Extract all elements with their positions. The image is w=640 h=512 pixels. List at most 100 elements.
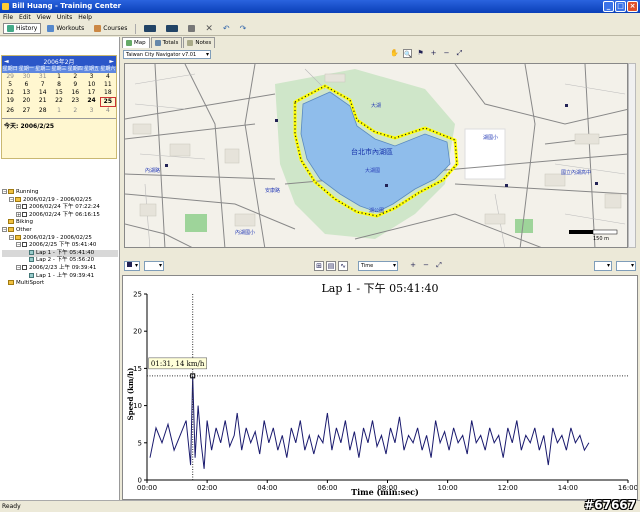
chart-zoom-out-icon[interactable]: − <box>421 261 431 271</box>
tree-expander[interactable]: + <box>16 204 21 210</box>
calendar-day[interactable]: 23 <box>67 97 83 107</box>
calendar-day[interactable]: 8 <box>51 81 67 89</box>
device-receive-button[interactable] <box>140 23 160 34</box>
calendar-day[interactable]: 27 <box>18 107 34 115</box>
menu-help[interactable]: Help <box>78 13 92 22</box>
tree-item[interactable]: − Other <box>2 226 118 235</box>
calendar-day[interactable]: 26 <box>2 107 18 115</box>
calendar-day[interactable]: 1 <box>51 107 67 115</box>
courses-button[interactable]: Courses <box>90 23 131 34</box>
calendar-day[interactable]: 10 <box>83 81 99 89</box>
calendar-day[interactable]: 20 <box>18 97 34 107</box>
zoom-out-icon[interactable]: − <box>442 49 451 58</box>
tree-item[interactable]: − 2006/2/23 上午 09:39:41 <box>2 264 118 273</box>
calendar-day[interactable]: 17 <box>83 89 99 97</box>
calendar-day[interactable]: 2 <box>67 107 83 115</box>
chart-split-icon[interactable]: ▤ <box>326 261 336 271</box>
device-send-button[interactable] <box>162 23 182 34</box>
device-icon <box>144 25 157 32</box>
calendar-day[interactable]: 19 <box>2 97 18 107</box>
chart-zoom-fit-icon[interactable]: ⤢ <box>434 261 444 271</box>
menu-edit[interactable]: Edit <box>19 13 31 22</box>
tree-expander[interactable]: − <box>9 234 14 240</box>
menu-view[interactable]: View <box>37 13 51 22</box>
flag-icon[interactable]: ⚑ <box>416 49 425 58</box>
tree-item[interactable]: +2006/02/24 下午 07:22:24 <box>2 204 118 212</box>
tree-expander[interactable]: − <box>16 242 21 248</box>
calendar-day[interactable]: 18 <box>100 89 116 97</box>
calendar-prev-button[interactable]: ◄ <box>4 58 9 65</box>
map-view[interactable]: 台北市內湖區 大湖國 湖公園 內湖國小 國立內湖高中 大湖 湖國小 內湖路 安康… <box>124 63 628 248</box>
calendar-day[interactable]: 25 <box>99 97 116 107</box>
calendar-day[interactable]: 13 <box>18 89 34 97</box>
calendar-day[interactable]: 6 <box>18 81 34 89</box>
undo-button[interactable]: ↶ <box>219 23 234 34</box>
calendar-day[interactable]: 12 <box>2 89 18 97</box>
tree-item[interactable]: +2006/02/24 下午 06:16:15 <box>2 211 118 220</box>
calendar-day[interactable]: 14 <box>35 89 51 97</box>
calendar-day[interactable]: 1 <box>51 73 67 81</box>
open-button[interactable] <box>184 23 199 34</box>
calendar-day[interactable]: 11 <box>100 81 116 89</box>
calendar-day[interactable]: 31 <box>35 73 51 81</box>
calendar-day[interactable]: 3 <box>83 107 99 115</box>
calendar-day[interactable]: 30 <box>18 73 34 81</box>
map-scrollbar[interactable] <box>628 63 636 248</box>
calendar-day[interactable]: 9 <box>67 81 83 89</box>
calendar-day[interactable]: 28 <box>35 107 51 115</box>
tab-map[interactable]: Map <box>122 37 150 48</box>
map-label: 湖國小 <box>483 134 498 141</box>
calendar-day[interactable]: 2 <box>67 73 83 81</box>
chart-zoom-in-icon[interactable]: + <box>408 261 418 271</box>
tree-item-label: 2006/2/25 下午 05:41:40 <box>29 242 97 249</box>
chart-right-select[interactable] <box>616 261 636 271</box>
calendar-next-button[interactable]: ► <box>109 58 114 65</box>
speed-chart[interactable]: Lap 1 - 下午 05:41:40 Speed (km/h) Time (m… <box>122 275 638 500</box>
calendar-day[interactable]: 4 <box>100 73 116 81</box>
chart-grid-icon[interactable]: ⊞ <box>314 261 324 271</box>
tree-item[interactable]: − Running <box>2 189 118 197</box>
menu-units[interactable]: Units <box>57 13 72 22</box>
zoom-fit-icon[interactable]: ⤢ <box>455 49 464 58</box>
calendar-day[interactable]: 16 <box>67 89 83 97</box>
calendar-day[interactable]: 15 <box>51 89 67 97</box>
zoom-box-icon[interactable]: 🔍 <box>403 49 412 58</box>
tree-expander[interactable]: + <box>16 211 21 217</box>
zoom-in-icon[interactable]: + <box>429 49 438 58</box>
calendar-day[interactable]: 5 <box>2 81 18 89</box>
delete-button[interactable]: ✕ <box>201 23 217 34</box>
calendar-day[interactable]: 24 <box>83 97 99 107</box>
tree-expander[interactable]: − <box>2 189 7 194</box>
calendar-today-label[interactable]: 今天: 2006/2/25 <box>2 119 116 132</box>
chart-right-color-select[interactable] <box>594 261 612 271</box>
calendar-day[interactable]: 7 <box>35 81 51 89</box>
minimize-button[interactable]: _ <box>603 1 614 12</box>
redo-button[interactable]: ↷ <box>236 23 251 34</box>
tree-item[interactable]: MultiSport <box>2 280 118 288</box>
close-button[interactable]: × <box>627 1 638 12</box>
tree-item[interactable]: Biking <box>2 219 118 227</box>
chart-x-axis-select[interactable]: Time <box>358 261 398 271</box>
calendar-day[interactable]: 21 <box>35 97 51 107</box>
tree-item[interactable]: Lap 2 - 下午 05:56:20 <box>2 257 118 265</box>
chart-line-icon[interactable]: ∿ <box>338 261 348 271</box>
calendar-day[interactable]: 4 <box>100 107 116 115</box>
menu-file[interactable]: File <box>3 13 13 22</box>
chart-y-select[interactable] <box>144 261 164 271</box>
map-layer-select[interactable]: Taiwan City Navigator v7.01 <box>123 50 211 59</box>
calendar-day[interactable]: 3 <box>83 73 99 81</box>
tab-notes[interactable]: Notes <box>183 37 216 48</box>
calendar-day[interactable]: 22 <box>51 97 67 107</box>
history-button[interactable]: History <box>3 23 42 34</box>
tree-item[interactable]: Lap 1 - 上午 09:39:41 <box>2 272 118 281</box>
tab-totals[interactable]: Totals <box>150 37 183 48</box>
pan-hand-icon[interactable]: ✋ <box>390 49 399 58</box>
workouts-button[interactable]: Workouts <box>43 23 88 34</box>
tree-expander[interactable]: − <box>9 196 14 202</box>
tree-expander[interactable]: − <box>2 226 7 232</box>
chart-series-color-select[interactable] <box>124 261 140 271</box>
calendar-day[interactable]: 29 <box>2 73 18 81</box>
maximize-button[interactable]: □ <box>615 1 626 12</box>
tree-expander[interactable]: − <box>16 264 21 270</box>
tree-item[interactable]: − 2006/2/25 下午 05:41:40 <box>2 242 118 250</box>
